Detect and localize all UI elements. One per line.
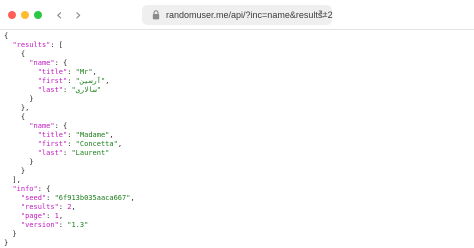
json-key: "results" [20,203,59,211]
browser-toolbar: ‹ › randomuser.me/api/?inc=name&results=… [0,0,474,30]
close-window-button[interactable] [8,11,16,19]
json-key: "results" [12,41,51,49]
lock-icon [152,10,160,20]
minimize-window-button[interactable] [21,11,29,19]
json-viewer: { "results": [ { "name": { "title": "Mr"… [4,32,135,247]
json-key: "first" [37,140,68,148]
json-key: "seed" [20,194,47,202]
json-key: "info" [12,185,38,193]
json-string: "سالاری" [71,86,101,94]
json-number: 2 [67,203,72,211]
json-key: "name" [29,122,55,130]
json-key: "title" [37,131,68,139]
url-text: randomuser.me/api/?inc=name&results=2 [166,10,333,20]
address-bar[interactable]: randomuser.me/api/?inc=name&results=2 ↻ [142,5,333,25]
json-string: "Mr" [75,68,93,76]
json-key: "version" [20,221,59,229]
json-key: "name" [29,59,55,67]
chevron-right-icon[interactable]: › [75,6,81,24]
json-key: "last" [37,149,64,157]
reload-icon[interactable]: ↻ [318,7,327,22]
json-string: "1.3" [67,221,89,229]
chevron-left-icon[interactable]: ‹ [56,6,62,24]
json-key: "page" [20,212,47,220]
json-string: "Madame" [75,131,110,139]
json-key: "first" [37,77,68,85]
json-string: "آرسین" [75,77,106,85]
json-key: "title" [37,68,68,76]
json-key: "last" [37,86,64,94]
json-string: "6f913b035aaca667" [54,194,131,202]
json-string: "Laurent" [71,149,110,157]
json-number: 1 [54,212,59,220]
zoom-window-button[interactable] [34,11,42,19]
json-string: "Concetta" [75,140,118,148]
